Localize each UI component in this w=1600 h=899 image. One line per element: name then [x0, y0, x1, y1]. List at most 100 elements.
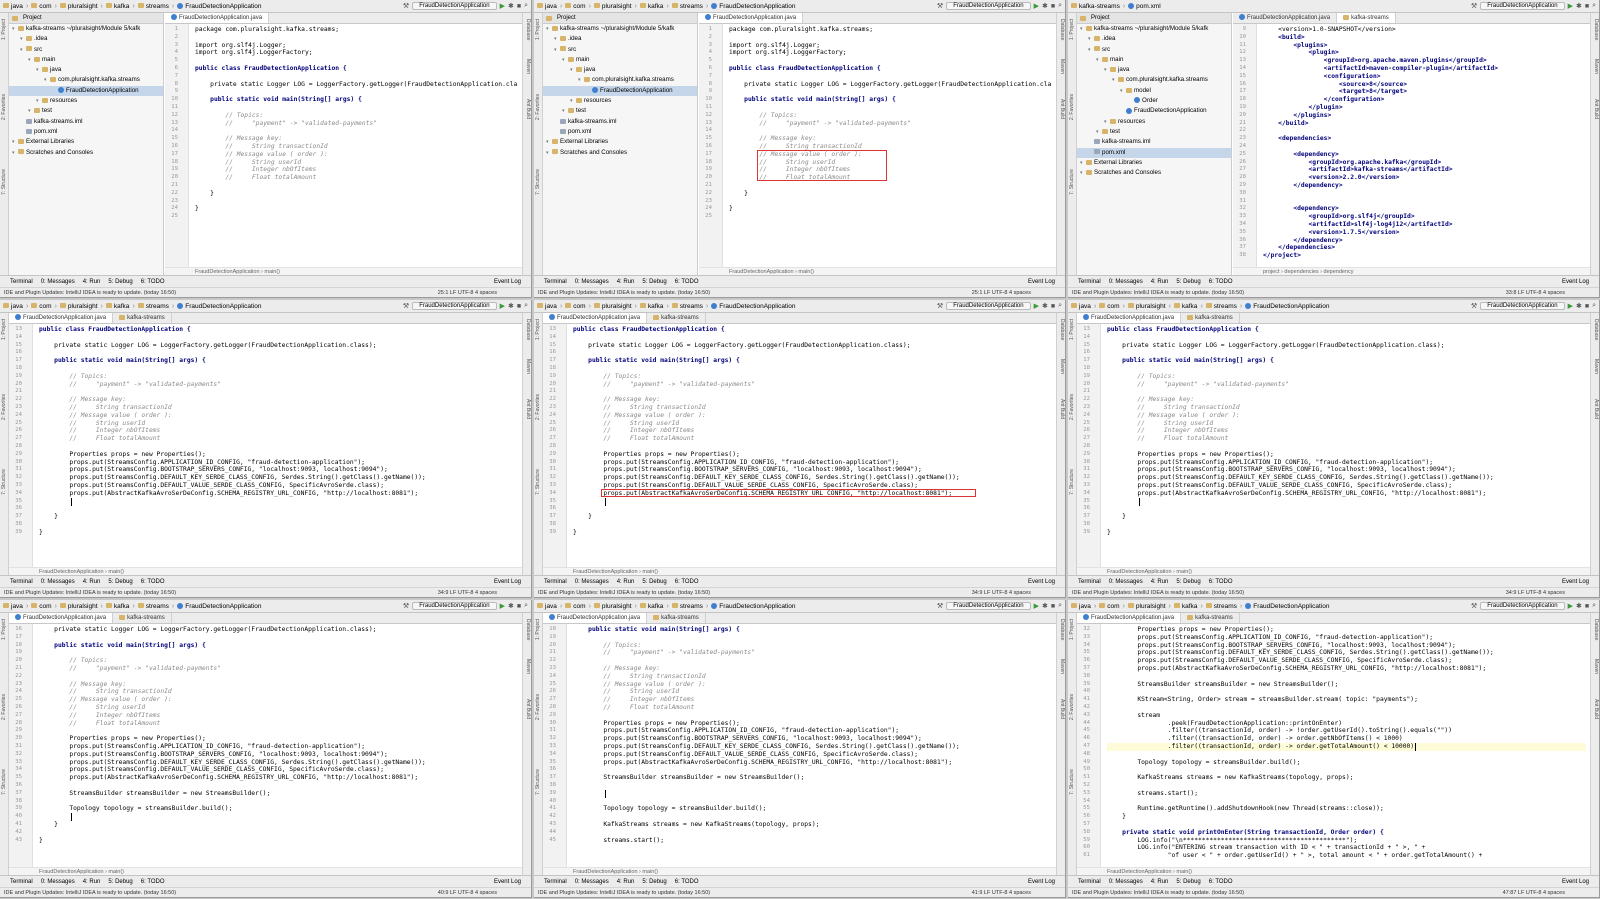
- tool-window-button[interactable]: 0: Messages: [1109, 879, 1143, 885]
- editor-tab[interactable]: kafka-streams: [1181, 613, 1240, 623]
- right-tool-tab[interactable]: Maven: [524, 359, 531, 374]
- event-log-button[interactable]: Event Log: [494, 879, 521, 885]
- tree-item[interactable]: ▾ kafka-streams ~/pluralsight/Module 5/ka…: [543, 24, 697, 34]
- search-icon[interactable]: ⌕: [1058, 302, 1062, 310]
- left-tool-tab[interactable]: 1: Project: [1, 19, 8, 40]
- code-area[interactable]: 32 33 34 35 36 37 38 39 40 41 42 43 44 45 46 47 48 49 50 51…: [1077, 624, 1590, 875]
- code-area[interactable]: 1 2 3 4 5 6 7 8 9 10 11 12 13 14 15 16 17 18 19 20 21 22 23 24 2…: [165, 24, 522, 275]
- left-tool-tab[interactable]: 2: Favorites: [1069, 94, 1076, 120]
- breadcrumb-item[interactable]: FraudDetectionApplication: [177, 603, 262, 610]
- breadcrumb-item[interactable]: streams: [671, 3, 703, 10]
- editor-tab[interactable]: kafka-streams: [647, 313, 706, 323]
- breadcrumb-item[interactable]: streams: [137, 603, 169, 610]
- stop-icon[interactable]: ■: [1585, 3, 1589, 10]
- breadcrumb-item[interactable]: kafka-streams: [1071, 3, 1120, 10]
- left-tool-tab[interactable]: 2: Favorites: [1069, 694, 1076, 720]
- debug-icon[interactable]: ✱: [1042, 602, 1048, 610]
- run-icon[interactable]: ▶: [1034, 302, 1039, 310]
- left-tool-tab[interactable]: 7: Structure: [1, 769, 8, 795]
- tool-window-button[interactable]: 4: Run: [617, 579, 635, 585]
- right-tool-tab[interactable]: Database: [524, 319, 531, 340]
- build-hammer-icon[interactable]: ⚒: [403, 302, 409, 310]
- breadcrumb-item[interactable]: kafka: [105, 603, 129, 610]
- tree-item[interactable]: ▾ External Libraries: [543, 137, 697, 147]
- tool-window-button[interactable]: Terminal: [1078, 279, 1101, 285]
- breadcrumb-item[interactable]: pluralsight: [593, 303, 632, 310]
- run-icon[interactable]: ▶: [500, 2, 505, 10]
- right-tool-tab[interactable]: Maven: [524, 59, 531, 74]
- tool-window-button[interactable]: 5: Debug: [1176, 579, 1200, 585]
- debug-icon[interactable]: ✱: [1042, 2, 1048, 10]
- tool-window-button[interactable]: 6: TODO: [675, 279, 699, 285]
- right-tool-tab[interactable]: Ant Build: [1592, 399, 1599, 419]
- cursor-position[interactable]: 25:1 LF UTF-8 4 spaces: [438, 290, 527, 296]
- editor-tab[interactable]: kafka-streams: [1181, 313, 1240, 323]
- editor-tab[interactable]: FraudDetectionApplication.java: [165, 13, 270, 23]
- cursor-position[interactable]: 34:9 LF UTF-8 4 spaces: [1506, 590, 1595, 596]
- cursor-position[interactable]: 34:9 LF UTF-8 4 spaces: [972, 590, 1061, 596]
- run-config-select[interactable]: FraudDetectionApplication: [946, 302, 1031, 310]
- tree-item[interactable]: ▾ resources: [1077, 117, 1231, 127]
- event-log-button[interactable]: Event Log: [1562, 579, 1589, 585]
- tree-item[interactable]: ▾ java: [543, 65, 697, 75]
- breadcrumb-item[interactable]: streams: [671, 603, 703, 610]
- left-tool-tab[interactable]: 7: Structure: [1069, 769, 1076, 795]
- breadcrumb-item[interactable]: streams: [137, 303, 169, 310]
- left-tool-tab[interactable]: 7: Structure: [1, 469, 8, 495]
- tree-item[interactable]: ▾ resources: [9, 96, 163, 106]
- breadcrumb-item[interactable]: pom.xml: [1128, 3, 1161, 10]
- run-config-select[interactable]: FraudDetectionApplication: [946, 2, 1031, 10]
- editor-tab[interactable]: FraudDetectionApplication.java: [699, 13, 804, 23]
- tree-item[interactable]: ▾ src: [543, 45, 697, 55]
- right-tool-tab[interactable]: Database: [1058, 619, 1065, 640]
- tree-item[interactable]: ▾ Scratches and Consoles: [543, 148, 697, 158]
- breadcrumb-item[interactable]: pluralsight: [59, 3, 98, 10]
- breadcrumb-item[interactable]: streams: [1205, 603, 1237, 610]
- tree-item[interactable]: ▾ test: [9, 106, 163, 116]
- event-log-button[interactable]: Event Log: [494, 279, 521, 285]
- event-log-button[interactable]: Event Log: [1028, 279, 1055, 285]
- tool-window-button[interactable]: Terminal: [544, 879, 567, 885]
- breadcrumb-item[interactable]: java: [3, 3, 23, 10]
- event-log-button[interactable]: Event Log: [1562, 279, 1589, 285]
- event-log-button[interactable]: Event Log: [1028, 579, 1055, 585]
- run-config-select[interactable]: FraudDetectionApplication: [412, 302, 497, 310]
- tree-item[interactable]: ▾ .idea: [543, 34, 697, 44]
- tool-window-button[interactable]: 0: Messages: [1109, 579, 1143, 585]
- tree-item[interactable]: ▾ .idea: [9, 34, 163, 44]
- breadcrumb-item[interactable]: pluralsight: [59, 603, 98, 610]
- editor-tab[interactable]: kafka-streams: [647, 613, 706, 623]
- stop-icon[interactable]: ■: [1051, 303, 1055, 310]
- breadcrumb-item[interactable]: java: [537, 3, 557, 10]
- stop-icon[interactable]: ■: [1051, 3, 1055, 10]
- tree-item[interactable]: ▾ Scratches and Consoles: [9, 148, 163, 158]
- tool-window-button[interactable]: 5: Debug: [642, 879, 666, 885]
- search-icon[interactable]: ⌕: [1058, 602, 1062, 610]
- left-tool-tab[interactable]: 2: Favorites: [1, 394, 8, 420]
- right-tool-tab[interactable]: Database: [1592, 619, 1599, 640]
- tool-window-button[interactable]: 6: TODO: [141, 279, 165, 285]
- tool-window-button[interactable]: 5: Debug: [642, 579, 666, 585]
- right-tool-tab[interactable]: Database: [1592, 319, 1599, 340]
- breadcrumb-item[interactable]: FraudDetectionApplication: [177, 303, 262, 310]
- tool-window-button[interactable]: 6: TODO: [675, 579, 699, 585]
- left-tool-tab[interactable]: 1: Project: [1069, 319, 1076, 340]
- code-area[interactable]: 9 10 11 12 13 14 15 16 17 18 19 20 21 22 23 24 25 26 27 28 2…: [1233, 24, 1590, 275]
- left-tool-tab[interactable]: 2: Favorites: [1, 94, 8, 120]
- breadcrumb-item[interactable]: pluralsight: [1127, 303, 1166, 310]
- code-area[interactable]: 13 14 15 16 17 18 19 20 21 22 23 24 25 26 27 28 29 30 31 32…: [543, 324, 1056, 575]
- debug-icon[interactable]: ✱: [1576, 2, 1582, 10]
- tool-window-button[interactable]: Terminal: [10, 579, 33, 585]
- tool-window-button[interactable]: 5: Debug: [108, 279, 132, 285]
- tree-item[interactable]: FraudDetectionApplication: [9, 85, 163, 97]
- breadcrumb-item[interactable]: kafka: [105, 303, 129, 310]
- breadcrumb-item[interactable]: com: [31, 303, 52, 310]
- run-icon[interactable]: ▶: [500, 602, 505, 610]
- left-tool-tab[interactable]: 1: Project: [1069, 619, 1076, 640]
- tree-item[interactable]: ▾ src: [9, 45, 163, 55]
- code-area[interactable]: 1 2 3 4 5 6 7 8 9 10 11 12 13 14 15 16 17 18 19 20 21 22 23 24 2…: [699, 24, 1056, 275]
- build-hammer-icon[interactable]: ⚒: [1471, 2, 1477, 10]
- debug-icon[interactable]: ✱: [508, 2, 514, 10]
- tree-item[interactable]: ▾ model: [1077, 86, 1231, 96]
- breadcrumb-item[interactable]: streams: [137, 3, 169, 10]
